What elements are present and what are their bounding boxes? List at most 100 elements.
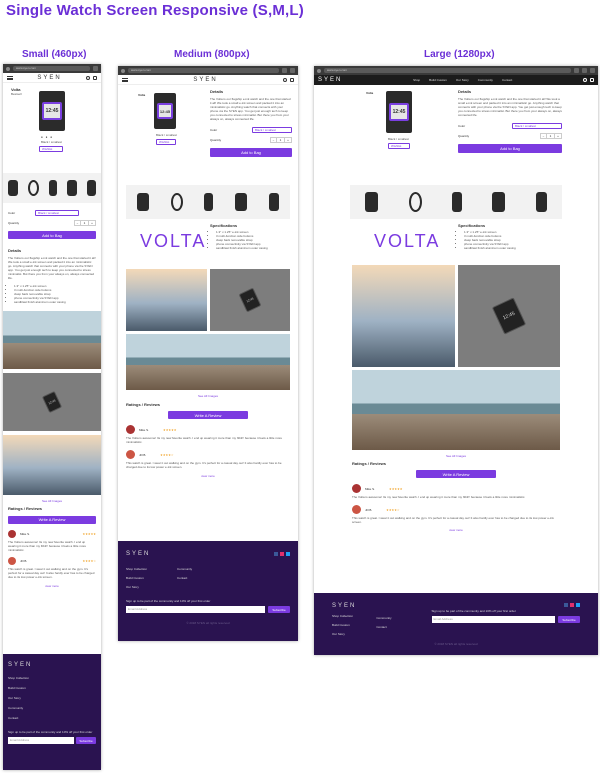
thumb-2[interactable] bbox=[408, 192, 422, 212]
search-icon[interactable] bbox=[283, 77, 287, 82]
brand-logo[interactable]: SYEN bbox=[318, 77, 342, 83]
footer-link[interactable]: Build Custom bbox=[332, 623, 356, 627]
email-input[interactable]: Email Address bbox=[8, 737, 74, 744]
thumb-1[interactable] bbox=[8, 180, 18, 196]
thumb-4[interactable] bbox=[67, 180, 77, 196]
url-bar[interactable]: www.syen.com bbox=[13, 66, 90, 71]
browser-button[interactable] bbox=[582, 68, 587, 73]
browser-button[interactable] bbox=[590, 68, 595, 73]
footer-link[interactable]: Our Story bbox=[332, 632, 356, 636]
color-select[interactable]: Black / smallest bbox=[35, 210, 80, 216]
thumb-5[interactable] bbox=[269, 193, 280, 211]
thumb-4[interactable] bbox=[492, 192, 506, 212]
plus-button[interactable]: + bbox=[555, 134, 561, 138]
thumb-2[interactable] bbox=[170, 193, 183, 211]
specs-row: VOLTA Specifications 1.3" x 1.25" e-ink … bbox=[314, 223, 598, 261]
quantity-stepper[interactable]: − 1 + bbox=[74, 220, 96, 226]
footer-link[interactable]: Community bbox=[177, 567, 192, 571]
nav-link-shop[interactable]: Shop bbox=[413, 78, 420, 82]
bag-icon[interactable] bbox=[290, 77, 294, 82]
browser-button[interactable] bbox=[290, 68, 295, 73]
add-to-bag-button[interactable]: Add to Bag bbox=[458, 144, 562, 154]
nav-link-build[interactable]: Build Custom bbox=[429, 78, 447, 82]
brand-logo[interactable]: SYEN bbox=[193, 77, 217, 83]
plus-button[interactable]: + bbox=[285, 138, 291, 142]
brand-logo[interactable]: SYEN bbox=[37, 75, 61, 81]
browser-button[interactable] bbox=[93, 66, 98, 71]
thumb-1[interactable] bbox=[365, 192, 379, 212]
thumb-5[interactable] bbox=[535, 192, 547, 212]
instagram-icon[interactable] bbox=[280, 552, 284, 556]
thumb-4[interactable] bbox=[235, 193, 248, 211]
details-text: The Volta is our flagship e-ink watch an… bbox=[458, 97, 562, 118]
column-label-medium: Medium (800px) bbox=[174, 49, 250, 60]
write-review-button[interactable]: Write A Review bbox=[8, 515, 96, 524]
footer-brand[interactable]: SYEN bbox=[8, 662, 96, 668]
hamburger-icon[interactable] bbox=[122, 77, 128, 82]
thumb-3[interactable] bbox=[204, 193, 214, 211]
quantity-value[interactable]: 1 bbox=[547, 134, 555, 139]
quantity-stepper[interactable]: −1 + bbox=[270, 137, 292, 144]
email-input[interactable]: Email Address bbox=[431, 616, 555, 623]
write-review-button[interactable]: Write A Review bbox=[416, 470, 496, 478]
footer-link[interactable]: Our Story bbox=[8, 696, 96, 700]
wishlist-button[interactable]: Wishlist bbox=[156, 139, 176, 145]
write-review-button[interactable]: Write A Review bbox=[168, 411, 248, 419]
instagram-icon[interactable] bbox=[570, 603, 574, 607]
color-dots[interactable]: ● ● ● bbox=[41, 135, 53, 139]
footer-link[interactable]: Contact bbox=[376, 625, 391, 629]
thumb-1[interactable] bbox=[136, 193, 149, 211]
url-bar[interactable]: www.syen.com bbox=[324, 68, 571, 73]
thumb-3[interactable] bbox=[49, 180, 57, 196]
footer-brand[interactable]: SYEN bbox=[332, 603, 356, 609]
footer-link[interactable]: Shop Collection bbox=[8, 676, 96, 680]
view-more-link[interactable]: view more bbox=[8, 584, 96, 588]
quantity-value[interactable]: 1 bbox=[81, 221, 89, 225]
footer-brand[interactable]: SYEN bbox=[126, 551, 150, 557]
view-more-link[interactable]: view more bbox=[126, 474, 290, 478]
twitter-icon[interactable] bbox=[576, 603, 580, 607]
footer-link[interactable]: Community bbox=[8, 706, 96, 710]
lifestyle-photo-car bbox=[352, 370, 560, 450]
hamburger-icon[interactable] bbox=[7, 75, 13, 80]
review-item: Jill B. ★★★★☆ bbox=[352, 505, 560, 515]
subscribe-button[interactable]: Subscribe bbox=[268, 606, 290, 613]
bag-icon[interactable] bbox=[93, 75, 97, 80]
thumb-3[interactable] bbox=[451, 192, 462, 212]
twitter-icon[interactable] bbox=[286, 552, 290, 556]
browser-button[interactable] bbox=[574, 68, 579, 73]
search-icon[interactable] bbox=[86, 75, 90, 80]
footer-link[interactable]: Contact bbox=[8, 716, 96, 720]
color-select[interactable]: Black / smallest bbox=[512, 123, 562, 130]
footer-link[interactable]: Community bbox=[376, 616, 391, 620]
footer-link[interactable]: Shop Collection bbox=[332, 614, 356, 618]
footer-link[interactable]: Shop Collection bbox=[126, 567, 147, 571]
search-icon[interactable] bbox=[583, 78, 587, 82]
subscribe-button[interactable]: Subscribe bbox=[558, 616, 580, 623]
subscribe-button[interactable]: Subscribe bbox=[76, 737, 96, 744]
color-select[interactable]: Black / smallest bbox=[252, 127, 292, 134]
add-to-bag-button[interactable]: Add to Bag bbox=[210, 148, 292, 158]
nav-link-contact[interactable]: Contact bbox=[502, 78, 512, 82]
quantity-stepper[interactable]: −1 + bbox=[540, 133, 562, 140]
wishlist-button[interactable]: Wishlist bbox=[388, 143, 410, 149]
facebook-icon[interactable] bbox=[564, 603, 568, 607]
browser-button[interactable] bbox=[282, 68, 287, 73]
bag-icon[interactable] bbox=[590, 78, 594, 82]
plus-button[interactable]: + bbox=[89, 221, 95, 225]
thumb-5[interactable] bbox=[87, 180, 96, 196]
quantity-value[interactable]: 1 bbox=[277, 138, 285, 143]
nav-link-community[interactable]: Community bbox=[478, 78, 493, 82]
thumb-2[interactable] bbox=[28, 180, 39, 196]
footer-link[interactable]: Build Custom bbox=[8, 686, 96, 690]
add-to-bag-button[interactable]: Add to Bag bbox=[8, 231, 96, 239]
facebook-icon[interactable] bbox=[274, 552, 278, 556]
footer-link[interactable]: Build Custom bbox=[126, 576, 147, 580]
view-more-link[interactable]: view more bbox=[352, 528, 560, 532]
footer-link[interactable]: Our Story bbox=[126, 585, 147, 589]
url-bar[interactable]: www.syen.com bbox=[128, 68, 279, 73]
email-input[interactable]: Email Address bbox=[126, 606, 265, 613]
footer-link[interactable]: Contact bbox=[177, 576, 192, 580]
nav-link-story[interactable]: Our Story bbox=[456, 78, 469, 82]
wishlist-button[interactable]: Wishlist bbox=[39, 146, 63, 152]
